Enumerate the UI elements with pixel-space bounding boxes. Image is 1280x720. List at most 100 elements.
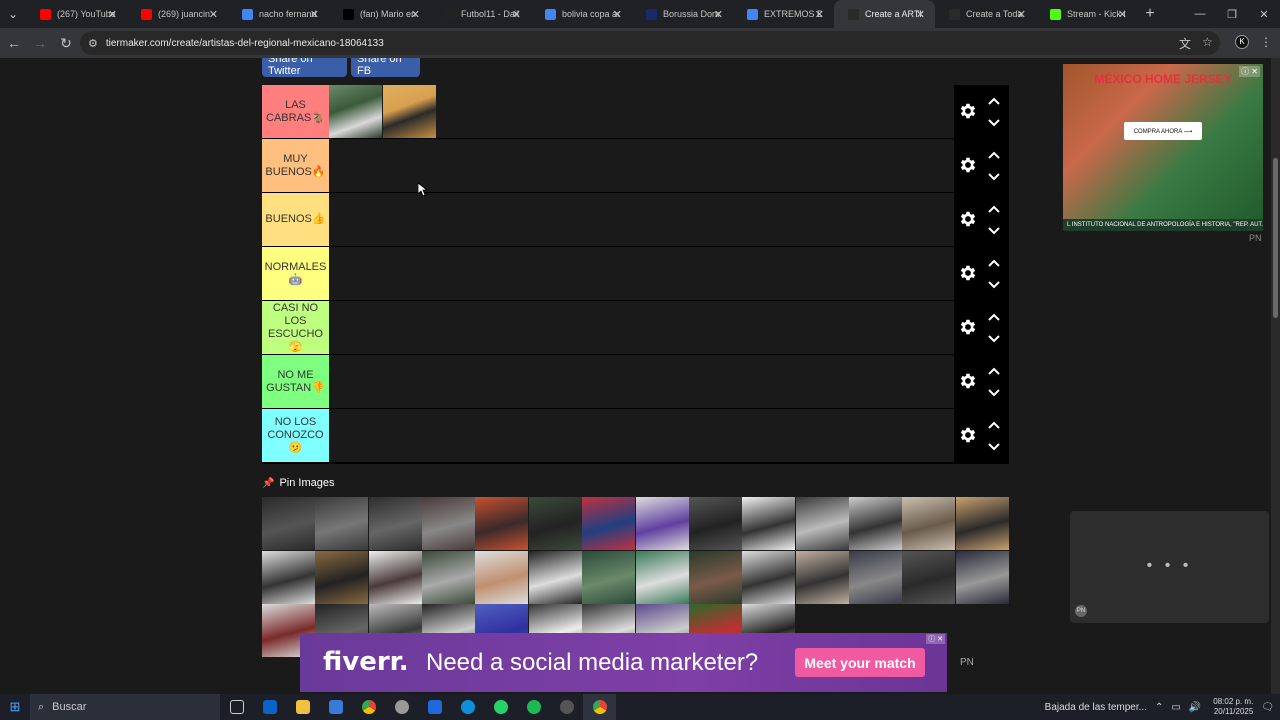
restore-icon[interactable]: ❐ — [1216, 0, 1248, 28]
move-down-chevron-icon[interactable] — [988, 169, 1000, 181]
tier-label[interactable]: NORMALES 🤖 — [262, 247, 329, 300]
pin-images-toggle[interactable]: 📌 Pin Images — [262, 477, 334, 489]
side-ad-banner[interactable]: MÉXICO HOME JERSEY COMPRA AHORA ⟶ L INST… — [1063, 64, 1263, 231]
tab-2[interactable]: nacho fernand ✕ — [228, 0, 329, 28]
artist-thumbnail[interactable] — [475, 497, 529, 550]
tier-drop-zone[interactable] — [329, 85, 954, 138]
tier-label[interactable]: BUENOS👍 — [262, 193, 329, 246]
ad-close-icon[interactable]: ⓘ ✕ — [926, 634, 945, 644]
tab-close-icon[interactable]: ✕ — [310, 8, 319, 21]
file-explorer-icon[interactable] — [286, 694, 319, 720]
share-fb-button[interactable]: Share on FB — [351, 58, 420, 77]
artist-thumbnail[interactable] — [688, 550, 742, 604]
app-icon[interactable] — [385, 694, 418, 720]
tab-search-icon[interactable]: ⌄ — [0, 0, 26, 28]
reload-icon[interactable]: ↻ — [54, 31, 78, 55]
tab-9[interactable]: Create a Toda ✕ — [935, 0, 1036, 28]
move-down-chevron-icon[interactable] — [988, 277, 1000, 289]
tab-5[interactable]: bolivia copa ar ✕ — [531, 0, 632, 28]
move-down-chevron-icon[interactable] — [988, 439, 1000, 451]
chrome-active-icon[interactable] — [583, 694, 616, 720]
meet-your-match-button[interactable]: Meet your match — [795, 648, 925, 677]
tab-close-icon[interactable]: ✕ — [613, 8, 622, 21]
forward-icon[interactable]: → — [28, 31, 52, 55]
tab-10[interactable]: Stream - Kick D ✕ — [1036, 0, 1137, 28]
tier-drop-zone[interactable] — [329, 301, 954, 354]
new-tab-button[interactable]: + — [1137, 5, 1163, 23]
settings-gear-icon[interactable] — [958, 263, 978, 283]
artist-thumbnail[interactable] — [475, 550, 529, 604]
artist-thumbnail[interactable] — [795, 497, 849, 550]
clock[interactable]: 08:02 p. m. 20/11/2025 — [1213, 697, 1253, 717]
tier-label[interactable]: MUY BUENOS🔥 — [262, 139, 329, 192]
tab-close-icon[interactable]: ✕ — [1017, 8, 1026, 21]
artist-thumbnail[interactable] — [528, 497, 582, 550]
tab-8[interactable]: Create a ARTIS ✕ — [834, 0, 935, 28]
artist-thumbnail[interactable] — [262, 550, 315, 604]
artist-thumbnail[interactable] — [582, 497, 636, 550]
profile-avatar[interactable]: K — [1235, 35, 1249, 49]
move-up-chevron-icon[interactable] — [988, 149, 1000, 161]
tab-4[interactable]: Futbol11 - Dail ✕ — [430, 0, 531, 28]
share-twitter-button[interactable]: Share on Twitter — [262, 58, 347, 77]
notifications-icon[interactable]: 🗨 — [1261, 702, 1274, 713]
menu-icon[interactable]: ⋮ — [1260, 35, 1272, 49]
tier-drop-zone[interactable] — [329, 193, 954, 246]
tab-close-icon[interactable]: ✕ — [209, 8, 218, 21]
artist-thumbnail[interactable] — [902, 497, 956, 550]
taskbar-search[interactable]: ⌕ Buscar — [30, 694, 220, 720]
artist-thumbnail[interactable] — [955, 497, 1009, 550]
artist-thumbnail[interactable] — [528, 550, 582, 604]
scrollbar-thumb[interactable] — [1273, 158, 1278, 318]
tab-close-icon[interactable]: ✕ — [815, 8, 824, 21]
address-bar[interactable]: ⚙ tiermaker.com/create/artistas-del-regi… — [80, 31, 1220, 55]
outlook-icon[interactable] — [253, 694, 286, 720]
translate-icon[interactable]: 文 — [1179, 35, 1191, 52]
tray-chevron-icon[interactable]: ⌃ — [1155, 702, 1163, 713]
spotify-icon[interactable] — [517, 694, 550, 720]
settings-gear-icon[interactable] — [958, 317, 978, 337]
tab-close-icon[interactable]: ✕ — [411, 8, 420, 21]
tier-drop-zone[interactable] — [329, 247, 954, 300]
tab-6[interactable]: Borussia Dortn ✕ — [632, 0, 733, 28]
tab-1[interactable]: (269) juancin - ✕ — [127, 0, 228, 28]
volume-icon[interactable]: 🔊 — [1189, 702, 1201, 713]
artist-thumbnail[interactable] — [742, 550, 796, 604]
move-up-chevron-icon[interactable] — [988, 365, 1000, 377]
artist-thumbnail[interactable] — [688, 497, 742, 550]
url-text[interactable]: tiermaker.com/create/artistas-del-region… — [106, 38, 384, 49]
move-up-chevron-icon[interactable] — [988, 311, 1000, 323]
tab-close-icon[interactable]: ✕ — [108, 8, 117, 21]
artist-thumbnail[interactable] — [742, 497, 796, 550]
artist-thumbnail[interactable] — [848, 550, 902, 604]
tier-label[interactable]: LAS CABRAS🐐 — [262, 85, 329, 138]
tab-0[interactable]: (267) YouTube ✕ — [26, 0, 127, 28]
video-ad-player[interactable]: • • • PN — [1070, 511, 1269, 623]
tier-drop-zone[interactable] — [329, 409, 954, 462]
artist-thumbnail[interactable] — [955, 550, 1009, 604]
artist-thumbnail[interactable] — [848, 497, 902, 550]
page-scrollbar[interactable] — [1271, 58, 1280, 694]
tier-label[interactable]: NO ME GUSTAN👎 — [262, 355, 329, 408]
tab-close-icon[interactable]: ✕ — [1118, 8, 1127, 21]
settings-gear-icon[interactable] — [958, 209, 978, 229]
windows-start-icon[interactable]: ⊞ — [0, 694, 30, 720]
settings-gear-icon[interactable] — [958, 371, 978, 391]
artist-thumbnail[interactable] — [329, 85, 382, 138]
back-icon[interactable]: ← — [2, 31, 26, 55]
artist-thumbnail[interactable] — [368, 550, 422, 604]
edge-icon[interactable] — [451, 694, 484, 720]
tab-close-icon[interactable]: ✕ — [714, 8, 723, 21]
site-info-icon[interactable]: ⚙ — [88, 37, 98, 50]
move-up-chevron-icon[interactable] — [988, 419, 1000, 431]
weather-widget[interactable]: Bajada de las temper... — [1045, 702, 1147, 713]
ad-close-icon[interactable]: ⓘ ✕ — [1239, 66, 1260, 77]
move-up-chevron-icon[interactable] — [988, 257, 1000, 269]
artist-thumbnail[interactable] — [262, 497, 315, 550]
artist-thumbnail[interactable] — [368, 497, 422, 550]
artist-thumbnail[interactable] — [635, 550, 689, 604]
move-up-chevron-icon[interactable] — [988, 203, 1000, 215]
tier-label[interactable]: CASI NO LOS ESCUCHO🫣 — [262, 301, 329, 354]
bottom-ad-banner[interactable]: fiverr. Need a social media marketer? Me… — [300, 633, 947, 692]
artist-thumbnail[interactable] — [582, 550, 636, 604]
